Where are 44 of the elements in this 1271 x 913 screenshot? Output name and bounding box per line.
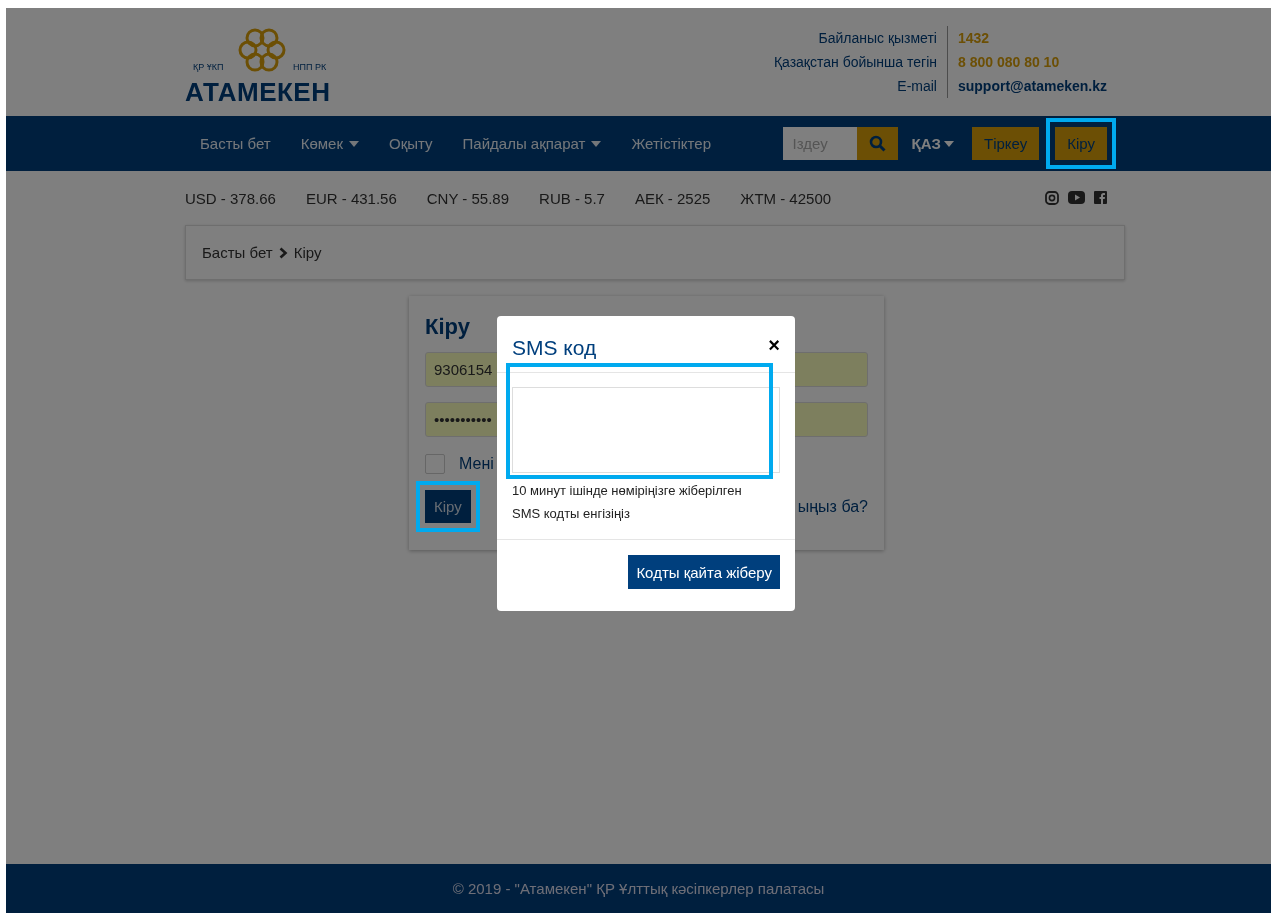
exchange-rate: USD - 378.66	[185, 189, 276, 207]
exchange-rate: CNY - 55.89	[426, 189, 510, 207]
nav-link[interactable]: Жетістіктер	[616, 135, 726, 152]
caret-icon	[944, 140, 954, 147]
logo[interactable]: ҚР ҰКП НПП РК АТАМЕКЕН	[185, 22, 345, 112]
exchange-rate: ЖТМ - 42500	[740, 189, 832, 207]
nav-link[interactable]: Пайдалы ақпарат	[447, 135, 617, 152]
youtube-icon[interactable]	[1068, 191, 1085, 204]
chevron-icon	[278, 246, 288, 259]
logo-caption: НПП РК	[293, 62, 327, 72]
search-icon	[868, 135, 886, 152]
contact-label: Қазақстан бойынша тегін	[773, 50, 948, 74]
contact-value[interactable]: 1432	[947, 26, 1107, 50]
exchange-rate: EUR - 431.56	[305, 189, 397, 207]
contact-value[interactable]: support@atameken.kz	[947, 74, 1107, 98]
breadcrumb-current: Кіру	[293, 244, 322, 261]
language-dropdown[interactable]: ҚАЗ	[911, 135, 954, 152]
nav-link[interactable]: Көмек	[285, 135, 374, 152]
card-title: Кіру	[425, 314, 471, 340]
checkbox[interactable]	[425, 454, 445, 474]
contact-label: E-mail	[773, 74, 948, 98]
search-button[interactable]	[856, 127, 898, 160]
contact-value[interactable]: 8 800 080 80 10	[947, 50, 1107, 74]
logo-caption: ҚР ҰКП	[193, 62, 224, 72]
code-field[interactable]	[512, 387, 780, 473]
instagram-icon[interactable]	[1045, 191, 1059, 205]
exchange-rate: RUB - 5.7	[539, 189, 605, 207]
submit-button[interactable]: Кіру	[425, 490, 471, 523]
hint-text: 10 минут ішінде нөміріңізге жіберілген SMS кодты енгізіңіз	[512, 482, 743, 523]
facebook-icon[interactable]	[1094, 191, 1107, 204]
resend-button[interactable]: Кодты қайта жіберу	[628, 555, 780, 589]
checkbox-label: Мені	[459, 455, 494, 473]
nav-link[interactable]: Басты бет	[185, 135, 286, 152]
register-button[interactable]: Тіркеу	[972, 127, 1040, 160]
close-button[interactable]: ×	[768, 334, 780, 356]
contact-label: Байланыс қызметі	[773, 26, 948, 50]
forgot-link[interactable]: ыңыз ба?	[797, 497, 868, 516]
modal-title: SMS код	[512, 336, 597, 360]
copyright-text: © 2019 - "Атамекен" ҚР Ұлттық кәсіпкерлер палатасы	[452, 880, 825, 897]
exchange-rate: АЕК - 2525	[634, 189, 711, 207]
login-button[interactable]: Кіру	[1055, 127, 1107, 160]
breadcrumb-link[interactable]: Басты бет	[202, 244, 273, 261]
nav-link[interactable]: Оқыту	[373, 135, 448, 152]
logo-name: АТАМЕКЕН	[185, 77, 331, 108]
